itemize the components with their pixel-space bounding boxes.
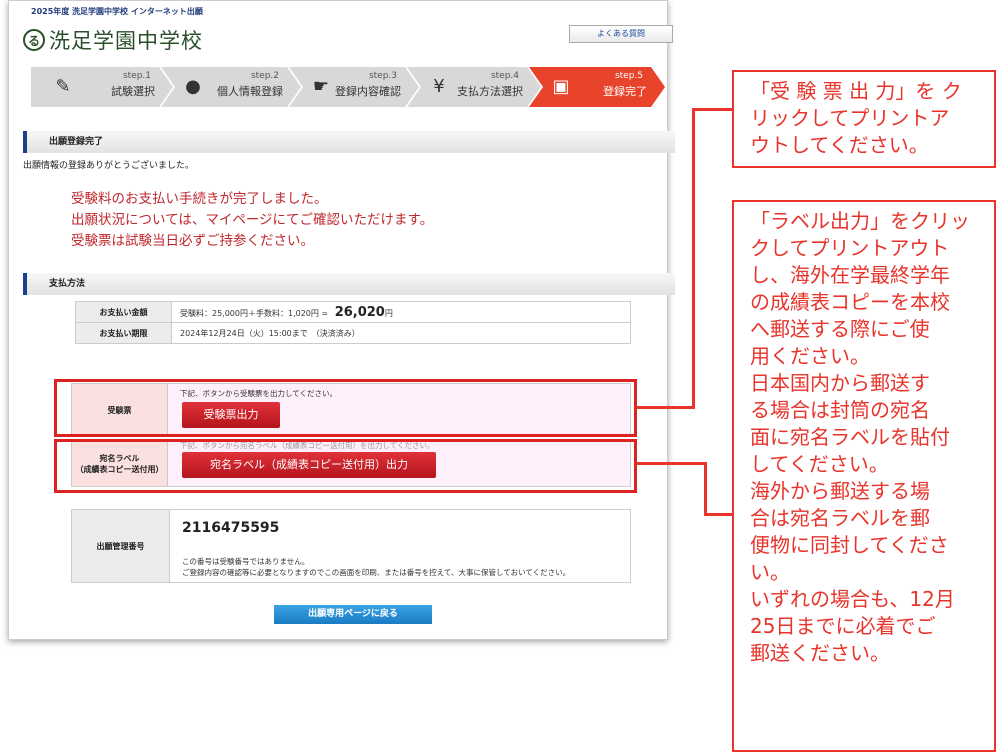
highlight-ticket xyxy=(54,379,637,437)
section-header-payment: 支払方法 xyxy=(23,273,675,295)
management-note: ご登録内容の確認等に必要となりますのでこの画面を印刷、または番号を控えて、大事に… xyxy=(182,568,571,577)
step-1: ✎ step.1 試験選択 xyxy=(31,67,173,107)
connector-line xyxy=(692,108,695,409)
callout-line: 郵送ください。 xyxy=(750,641,890,665)
step-2: ● step.2 個人情報登録 xyxy=(161,67,301,107)
callout-line: 合は宛名ラベルを郵 xyxy=(750,506,930,530)
amount-detail: 受験料：25,000円＋手数料：1,020円 = xyxy=(180,308,329,318)
deadline-value: 2024年12月24日（火）15:00まで （決済済み） xyxy=(171,322,631,344)
callout-line: し、海外在学最終学年 xyxy=(750,263,950,287)
step-label: 試験選択 xyxy=(111,85,155,98)
back-to-application-page-button[interactable]: 出願専用ページに戻る xyxy=(274,605,432,624)
table-row: お支払い期限 2024年12月24日（火）15:00まで （決済済み） xyxy=(75,322,631,344)
step-5: ▣ step.5 登録完了 xyxy=(529,67,665,107)
connector-line xyxy=(692,108,734,111)
callout-line: 25日までに必着でご xyxy=(750,614,936,638)
amount-unit: 円 xyxy=(384,308,393,318)
callout-line: してください。 xyxy=(750,452,889,476)
hand-icon: ☛ xyxy=(312,76,330,97)
management-number-box: 出願管理番号 2116475595 この番号は受験番号ではありません。 ご登録内… xyxy=(71,509,631,583)
step-label: 支払方法選択 xyxy=(457,85,523,98)
callout-line: の成績表コピーを本校 xyxy=(750,290,950,314)
yen-icon: ¥ xyxy=(433,76,445,97)
callout-line: ウトしてください。 xyxy=(750,133,929,157)
step-4: ¥ step.4 支払方法選択 xyxy=(407,67,541,107)
step-number: step.3 xyxy=(368,71,397,81)
faq-button[interactable]: よくある質問 xyxy=(569,25,673,43)
payment-table: お支払い金額 受験料：25,000円＋手数料：1,020円 = 26,020円 … xyxy=(75,301,631,344)
computer-icon: ▣ xyxy=(552,76,570,97)
callout-line: 用ください。 xyxy=(750,344,870,368)
callout-line: る場合は封筒の宛名 xyxy=(750,398,930,422)
step-number: step.4 xyxy=(490,71,519,81)
amount-total: 26,020 xyxy=(334,304,385,320)
complete-message: 受験票は試験当日必ずご持参ください。 xyxy=(71,233,314,249)
school-name: 洗足学園中学校 xyxy=(49,29,203,53)
step-number: step.1 xyxy=(122,71,151,81)
deadline-label: お支払い期限 xyxy=(75,322,172,344)
callout-line: リックしてプリントア xyxy=(750,106,950,130)
step-number: step.2 xyxy=(250,71,279,81)
callout-line: へ郵送する際にご使 xyxy=(750,317,930,341)
callout-line: い。 xyxy=(750,560,790,584)
header-topline: 2025年度 洗足学園中学校 インターネット出願 xyxy=(31,7,203,16)
management-label: 出願管理番号 xyxy=(72,510,170,582)
complete-message: 出願状況については、マイページにてご確認いただけます。 xyxy=(71,212,434,228)
step-label: 登録完了 xyxy=(603,85,647,98)
person-icon: ● xyxy=(185,76,201,97)
connector-line xyxy=(636,406,694,409)
pencil-icon: ✎ xyxy=(55,76,71,97)
callout-line: 便物に同封してくださ xyxy=(750,533,949,557)
school-crest-icon: る xyxy=(23,29,45,51)
callout-ticket: 「受 験 票 出 力」を ク リックしてプリントア ウトしてください。 xyxy=(732,70,996,168)
amount-value: 受験料：25,000円＋手数料：1,020円 = 26,020円 xyxy=(171,301,631,323)
highlight-address-label xyxy=(54,439,637,493)
connector-line xyxy=(636,462,706,465)
callout-line: 海外から郵送する場 xyxy=(750,479,930,503)
complete-message: 受験料のお支払い手続きが完了しました。 xyxy=(71,191,328,207)
management-number: 2116475595 xyxy=(182,520,280,536)
application-page: 2025年度 洗足学園中学校 インターネット出願 る 洗足学園中学校 よくある質… xyxy=(8,0,675,640)
callout-line: 「受 験 票 出 力」を ク xyxy=(750,79,962,103)
callout-line: 日本国内から郵送す xyxy=(750,371,930,395)
callout-line: 面に宛名ラベルを貼付 xyxy=(750,425,950,449)
school-logo: る 洗足学園中学校 xyxy=(23,25,203,55)
amount-label: お支払い金額 xyxy=(75,301,172,323)
section-header-complete: 出願登録完了 xyxy=(23,131,675,153)
step-number: step.5 xyxy=(614,71,643,81)
callout-line: 「ラベル出力」をクリッ xyxy=(750,209,970,233)
step-label: 登録内容確認 xyxy=(335,85,401,98)
callout-line: クしてプリントアウト xyxy=(750,236,950,260)
management-note: この番号は受験番号ではありません。 xyxy=(182,557,310,566)
step-progress-bar: ✎ step.1 試験選択 ● step.2 個人情報登録 ☛ step.3 登… xyxy=(31,67,665,107)
connector-line xyxy=(704,513,734,516)
connector-line xyxy=(704,462,707,515)
step-3: ☛ step.3 登録内容確認 xyxy=(289,67,419,107)
step-label: 個人情報登録 xyxy=(217,85,283,98)
callout-line: いずれの場合も、12月 xyxy=(750,587,955,611)
thanks-text: 出願情報の登録ありがとうございました。 xyxy=(23,161,195,171)
table-row: お支払い金額 受験料：25,000円＋手数料：1,020円 = 26,020円 xyxy=(75,301,631,323)
callout-address-label: 「ラベル出力」をクリッ クしてプリントアウト し、海外在学最終学年 の成績表コピ… xyxy=(732,200,996,752)
